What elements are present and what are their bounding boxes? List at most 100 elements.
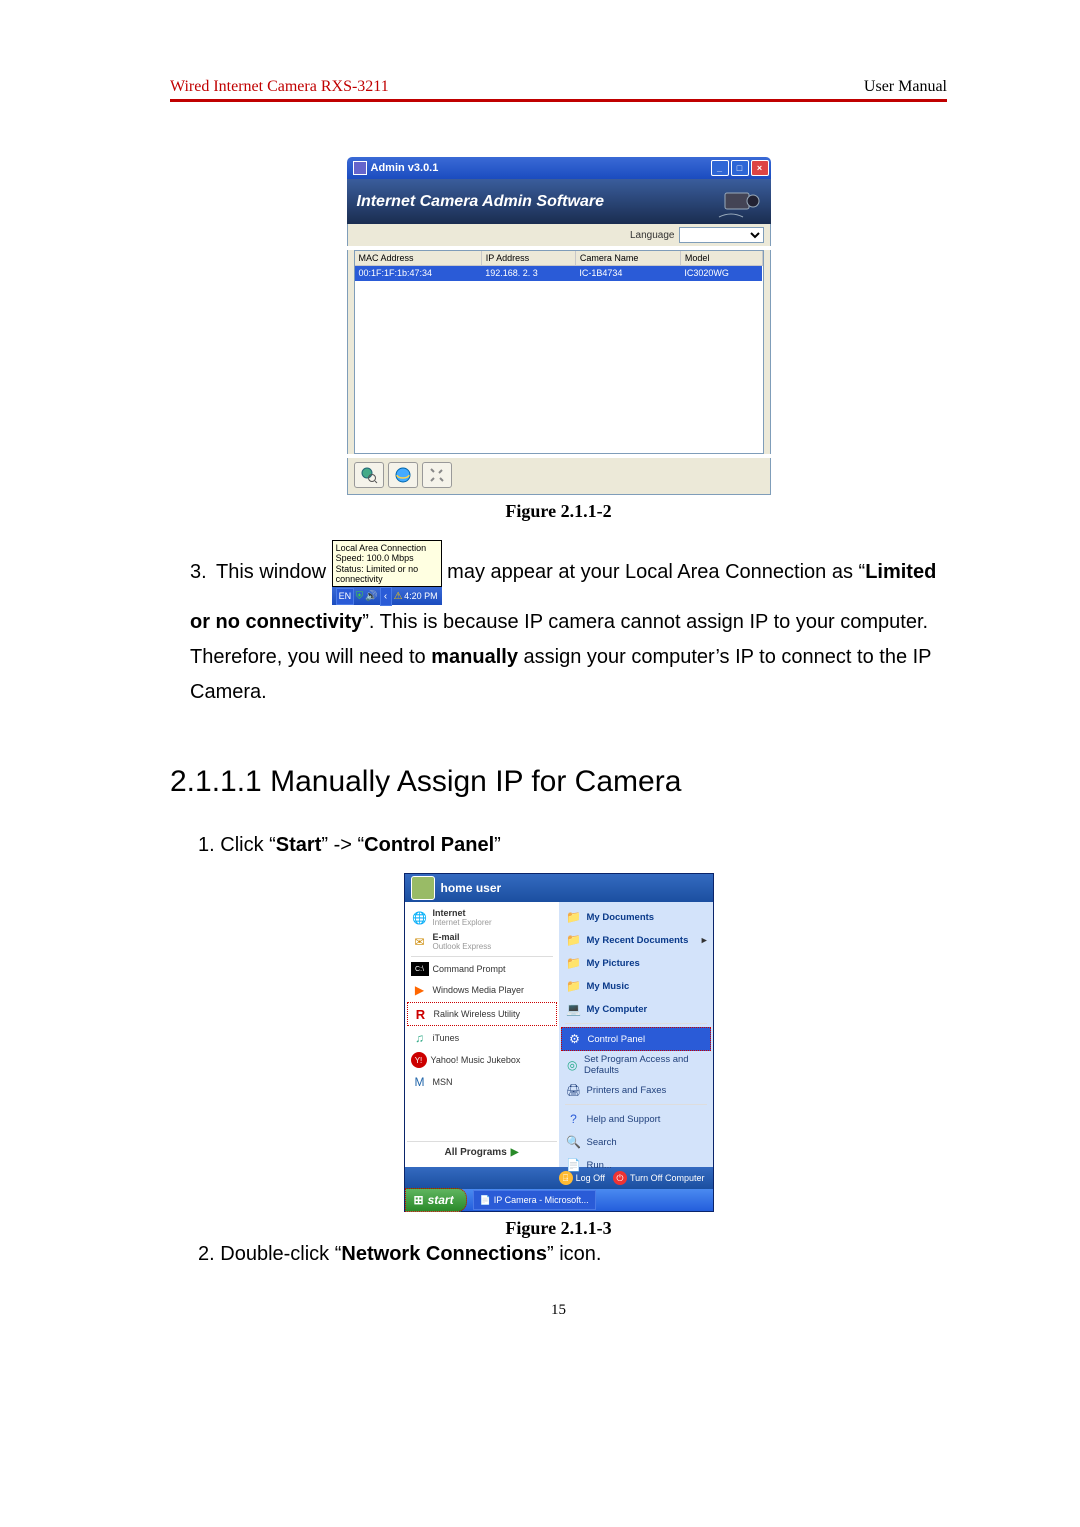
search-icon: 🔍: [565, 1133, 583, 1151]
ie-icon: [394, 466, 412, 484]
sidebar-item-program-access[interactable]: ◎Set Program Access and Defaults: [561, 1052, 711, 1078]
folder-icon: 📁: [565, 931, 583, 949]
control-panel-icon: ⚙: [566, 1030, 584, 1048]
sidebar-item-itunes[interactable]: ♫iTunes: [407, 1027, 557, 1049]
start-menu-username: home user: [441, 881, 502, 895]
camera-table-header: MAC Address IP Address Camera Name Model: [355, 251, 763, 266]
col-ip[interactable]: IP Address: [481, 251, 575, 266]
sidebar-item-label: MSN: [433, 1077, 453, 1087]
all-programs[interactable]: All Programs ▶: [407, 1141, 557, 1163]
step-1-bold2: Control Panel: [364, 834, 494, 856]
admin-title-text: Admin v3.0.1: [371, 162, 439, 174]
admin-titlebar: Admin v3.0.1 _ □ ×: [347, 157, 771, 179]
admin-button-row: [347, 458, 771, 495]
user-avatar-icon: [411, 876, 435, 900]
start-menu-left-pane: 🌐InternetInternet Explorer ✉E-mailOutloo…: [405, 902, 559, 1167]
sidebar-item-label: Control Panel: [588, 1034, 646, 1045]
power-icon: ⏻: [613, 1171, 627, 1185]
chevron-right-icon: ▶: [511, 1147, 519, 1158]
sidebar-item-sublabel: Outlook Express: [433, 942, 492, 951]
chevron-left-icon[interactable]: ‹: [380, 587, 392, 607]
document-icon: 📄: [480, 1195, 491, 1206]
step-2-bold: Network Connections: [341, 1243, 547, 1265]
terminal-icon: C:\: [411, 962, 429, 976]
lang-indicator[interactable]: EN: [336, 588, 355, 606]
yahoo-icon: Y!: [411, 1052, 427, 1068]
col-mac[interactable]: MAC Address: [355, 251, 482, 266]
sidebar-item-msn[interactable]: MMSN: [407, 1071, 557, 1093]
maximize-button[interactable]: □: [731, 160, 749, 176]
sidebar-item-label: My Music: [587, 981, 630, 992]
sidebar-item-internet[interactable]: 🌐InternetInternet Explorer: [407, 906, 557, 929]
turnoff-button[interactable]: ⏻Turn Off Computer: [613, 1171, 705, 1185]
tools-icon: [428, 466, 446, 484]
step-2-line: 2. Double-click “Network Connections” ic…: [198, 1243, 947, 1266]
sidebar-item-label: Help and Support: [587, 1114, 661, 1125]
sidebar-item-ralink[interactable]: RRalink Wireless Utility: [407, 1002, 557, 1026]
sidebar-item-label: Ralink Wireless Utility: [434, 1009, 521, 1019]
menu-separator: [565, 1104, 707, 1105]
itunes-icon: ♫: [411, 1029, 429, 1047]
search-globe-button[interactable]: [354, 462, 384, 488]
close-button[interactable]: ×: [751, 160, 769, 176]
ie-icon: 🌐: [411, 909, 429, 927]
settings-button[interactable]: [422, 462, 452, 488]
systray-icons: ⛨ 🔊 ‹ ⚠: [356, 587, 403, 607]
sidebar-item-mymusic[interactable]: 📁My Music: [561, 975, 711, 997]
sidebar-item-label: Search: [587, 1137, 617, 1148]
step-2-post: ” icon.: [547, 1243, 601, 1265]
sidebar-item-label: Windows Media Player: [433, 985, 525, 995]
logoff-button[interactable]: ⍈Log Off: [559, 1171, 605, 1185]
camera-table-wrap: MAC Address IP Address Camera Name Model…: [347, 250, 771, 454]
sidebar-item-recentdocs[interactable]: 📁My Recent Documents▸: [561, 929, 711, 951]
media-player-icon: ▶: [411, 981, 429, 999]
browser-launch-button[interactable]: [388, 462, 418, 488]
mail-icon: ✉: [411, 933, 429, 951]
header-right: User Manual: [864, 78, 947, 96]
minimize-button[interactable]: _: [711, 160, 729, 176]
taskbar-button[interactable]: 📄 IP Camera - Microsoft...: [473, 1190, 596, 1210]
sidebar-item-yahoo[interactable]: Y!Yahoo! Music Jukebox: [407, 1050, 557, 1070]
figure-1-wrap: Admin v3.0.1 _ □ × Internet Camera Admin…: [170, 157, 947, 522]
sidebar-item-label: My Pictures: [587, 958, 640, 969]
sidebar-item-mydocs[interactable]: 📁My Documents: [561, 906, 711, 928]
step-3-paragraph: 3.This window Local Area Connection Spee…: [190, 540, 947, 710]
page-number: 15: [170, 1302, 947, 1319]
table-row[interactable]: 00:1F:1F:1b:47:34 192.168. 2. 3 IC-1B473…: [355, 266, 763, 281]
sidebar-item-mycomputer[interactable]: 💻My Computer: [561, 998, 711, 1020]
sidebar-item-printers[interactable]: 🖨 Printers and Faxes: [561, 1079, 711, 1101]
step-3-bold2: manually: [431, 646, 518, 668]
sidebar-item-help[interactable]: ?Help and Support: [561, 1108, 711, 1130]
printer-icon: 🖨: [565, 1081, 583, 1099]
step-3-lead: This window: [216, 561, 332, 583]
step-1-number: 1.: [198, 834, 215, 856]
sidebar-item-label: Printers and Faxes: [587, 1085, 667, 1096]
sidebar-item-label: My Recent Documents: [587, 935, 689, 946]
window-controls: _ □ ×: [711, 160, 769, 176]
col-model[interactable]: Model: [680, 251, 762, 266]
network-warning-icon[interactable]: ⚠: [394, 588, 403, 606]
sidebar-item-email[interactable]: ✉E-mailOutlook Express: [407, 930, 557, 953]
sidebar-item-mypics[interactable]: 📁My Pictures: [561, 952, 711, 974]
start-button-label: start: [428, 1193, 454, 1207]
systray-row: EN ⛨ 🔊 ‹ ⚠ 4:20 PM: [332, 587, 442, 605]
section-heading: 2.1.1.1 Manually Assign IP for Camera: [170, 765, 947, 799]
computer-icon: 💻: [565, 1000, 583, 1018]
sidebar-item-cmd[interactable]: C:\Command Prompt: [407, 960, 557, 978]
tooltip-line1: Local Area Connection: [336, 543, 438, 553]
figure-1-caption: Figure 2.1.1-2: [170, 501, 947, 522]
sidebar-item-search[interactable]: 🔍 Search: [561, 1131, 711, 1153]
admin-app-icon: [353, 161, 367, 175]
sidebar-item-control-panel[interactable]: ⚙ Control Panel: [561, 1027, 711, 1051]
language-label: Language: [630, 230, 675, 241]
sidebar-item-wmp[interactable]: ▶ Windows Media Player: [407, 979, 557, 1001]
admin-window: Admin v3.0.1 _ □ × Internet Camera Admin…: [347, 157, 771, 495]
start-button[interactable]: ⊞ start: [405, 1188, 467, 1212]
language-select[interactable]: [679, 227, 764, 243]
start-menu: home user 🌐InternetInternet Explorer ✉E-…: [404, 873, 714, 1212]
step-1-bold1: Start: [276, 834, 322, 856]
volume-icon[interactable]: 🔊: [365, 588, 377, 606]
systray-clock: 4:20 PM: [404, 589, 438, 605]
col-camname[interactable]: Camera Name: [575, 251, 680, 266]
shield-icon[interactable]: ⛨: [356, 588, 364, 606]
